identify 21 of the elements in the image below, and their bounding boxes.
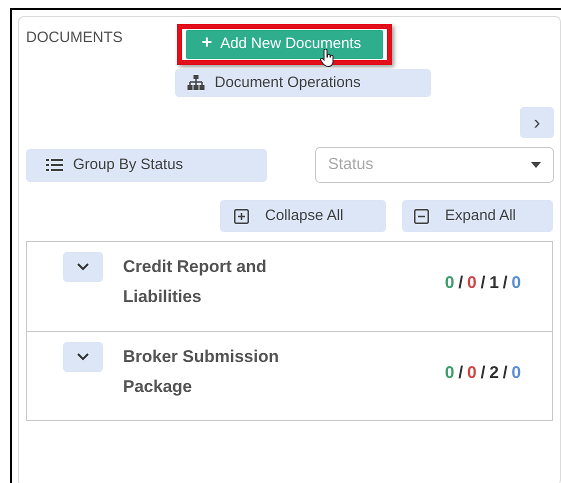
panel-title: DOCUMENTS xyxy=(26,28,123,48)
toggle-button[interactable] xyxy=(63,252,103,282)
chevron-down-icon xyxy=(77,353,89,361)
toggle-button[interactable] xyxy=(63,342,103,372)
group-by-status-button[interactable]: Group By Status xyxy=(26,148,267,182)
status-counts: 0 / 0 / 2 / 0 xyxy=(444,362,522,384)
status-counts: 0 / 0 / 1 / 0 xyxy=(444,272,522,294)
plus-icon: + xyxy=(202,32,212,52)
next-button[interactable]: › xyxy=(520,107,554,138)
minus-square-icon xyxy=(414,208,429,224)
group-title[interactable]: Broker Submission Package xyxy=(123,342,313,402)
list-icon xyxy=(46,158,63,172)
hand-cursor-icon xyxy=(320,49,334,67)
chevron-down-icon xyxy=(77,263,89,271)
sitemap-icon xyxy=(186,74,205,91)
dropdown-caret-icon xyxy=(531,162,541,168)
expand-all-button[interactable]: Expand All xyxy=(402,200,553,232)
collapse-all-button[interactable]: Collapse All xyxy=(220,200,386,232)
document-operations-button[interactable]: Document Operations xyxy=(174,68,431,97)
plus-square-icon xyxy=(234,208,249,224)
group-title[interactable]: Credit Report and Liabilities xyxy=(123,252,313,312)
